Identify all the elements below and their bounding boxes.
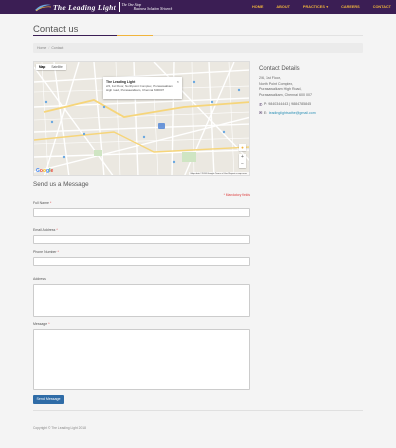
required-marker: * (57, 250, 59, 254)
location-marker-icon[interactable] (158, 123, 165, 129)
map-tab-satellite[interactable]: Satellite (48, 64, 65, 70)
breadcrumb: Home / Contact (33, 43, 363, 53)
logo-tagline: The One Stop Business Solution Network (122, 3, 173, 11)
address-textarea[interactable] (33, 284, 250, 317)
address-label-field: Address (33, 277, 46, 281)
chevron-down-icon: ▾ (326, 5, 329, 9)
full-name-label-text: Full Name (33, 201, 49, 205)
nav-careers[interactable]: CAREERS (341, 5, 360, 9)
email-row: ✉ E: leadinglightsathe@gmail.com (259, 110, 369, 115)
phone-label-field: Phone Number * (33, 250, 59, 254)
required-marker: * (56, 228, 58, 232)
email-field[interactable] (33, 235, 250, 244)
address-line: Purasawalkam, Chennai 600 007 (259, 92, 312, 97)
phone-label-text: Phone Number (33, 250, 57, 254)
message-label-field: Message * (33, 322, 50, 326)
map-info-window: The Leading Light 2/2, 1st Floor, Northp… (103, 77, 182, 99)
footer-divider (33, 410, 363, 411)
phone-label: P: (263, 102, 268, 107)
google-logo: Google (36, 168, 54, 174)
main-nav: HOME ABOUT PRACTICES ▾ CAREERS CONTACT (239, 0, 391, 14)
tagline-line-2: Business Solution Network (133, 7, 173, 11)
info-window-address: 2/2, 1st Floor, Northpoint Complex, Pura… (106, 84, 173, 92)
address-label-text: Address (33, 277, 46, 281)
logo-text: The Leading Light (53, 2, 117, 12)
mandatory-note: * Mandatory fields (223, 193, 250, 197)
copyright-text: Copyright © The Leading Light 2018 (33, 426, 86, 430)
envelope-icon: ✉ (259, 110, 263, 116)
send-message-button[interactable]: Send Message (33, 395, 64, 404)
phone-row: ✆ P: 9840344443 | 9884785845 (259, 102, 369, 107)
message-label-text: Message (33, 322, 48, 326)
message-textarea[interactable] (33, 329, 250, 390)
map-type-toggle: Map Satellite (36, 64, 66, 71)
breadcrumb-separator: / (48, 46, 50, 50)
site-logo[interactable]: The Leading Light The One Stop Business … (34, 1, 172, 13)
contact-details: Contact Details 2/6, 1st Floor, North Po… (259, 66, 369, 115)
email-label-field: Email Address * (33, 228, 58, 232)
email-link[interactable]: leadinglightsathe@gmail.com (269, 111, 316, 115)
close-icon[interactable]: × (177, 79, 179, 84)
nav-practices[interactable]: PRACTICES ▾ (303, 5, 328, 9)
zoom-out-button[interactable]: − (239, 161, 246, 168)
email-label: E: (263, 110, 268, 115)
nav-contact[interactable]: CONTACT (373, 5, 391, 9)
map-tab-map[interactable]: Map (36, 64, 48, 70)
address-block: 2/6, 1st Floor, North Point Complex, Pur… (259, 76, 369, 98)
nav-about[interactable]: ABOUT (276, 5, 290, 9)
top-navbar: The Leading Light The One Stop Business … (0, 0, 396, 14)
phone-icon: ✆ (259, 101, 263, 107)
map-attribution[interactable]: Map data ©2018 Google Terms of Use Repor… (188, 172, 249, 175)
contact-details-title: Contact Details (259, 66, 300, 72)
nav-home[interactable]: HOME (252, 5, 263, 9)
logo-swoosh-icon (35, 4, 52, 12)
nav-practices-label: PRACTICES (302, 5, 325, 9)
breadcrumb-home[interactable]: Home (37, 46, 46, 50)
full-name-field[interactable] (33, 208, 250, 217)
phone-field[interactable] (33, 257, 250, 266)
zoom-control: + − (239, 154, 246, 168)
title-accent-bar (33, 34, 153, 36)
page-title: Contact us (33, 24, 79, 35)
form-title: Send us a Message (33, 181, 89, 188)
zoom-in-button[interactable]: + (239, 154, 246, 161)
breadcrumb-current: Contact (51, 46, 64, 50)
phone-number: 9840344443 | 9884785845 (268, 102, 312, 107)
full-name-label: Full Name * (33, 201, 51, 205)
street-view-icon[interactable]: ● (239, 144, 246, 151)
email-label-text: Email Address (33, 228, 56, 232)
logo-divider (119, 2, 120, 12)
required-marker: * (49, 201, 52, 205)
google-map[interactable]: Map Satellite The Leading Light 2/2, 1st… (33, 61, 250, 176)
required-marker: * (48, 322, 50, 326)
